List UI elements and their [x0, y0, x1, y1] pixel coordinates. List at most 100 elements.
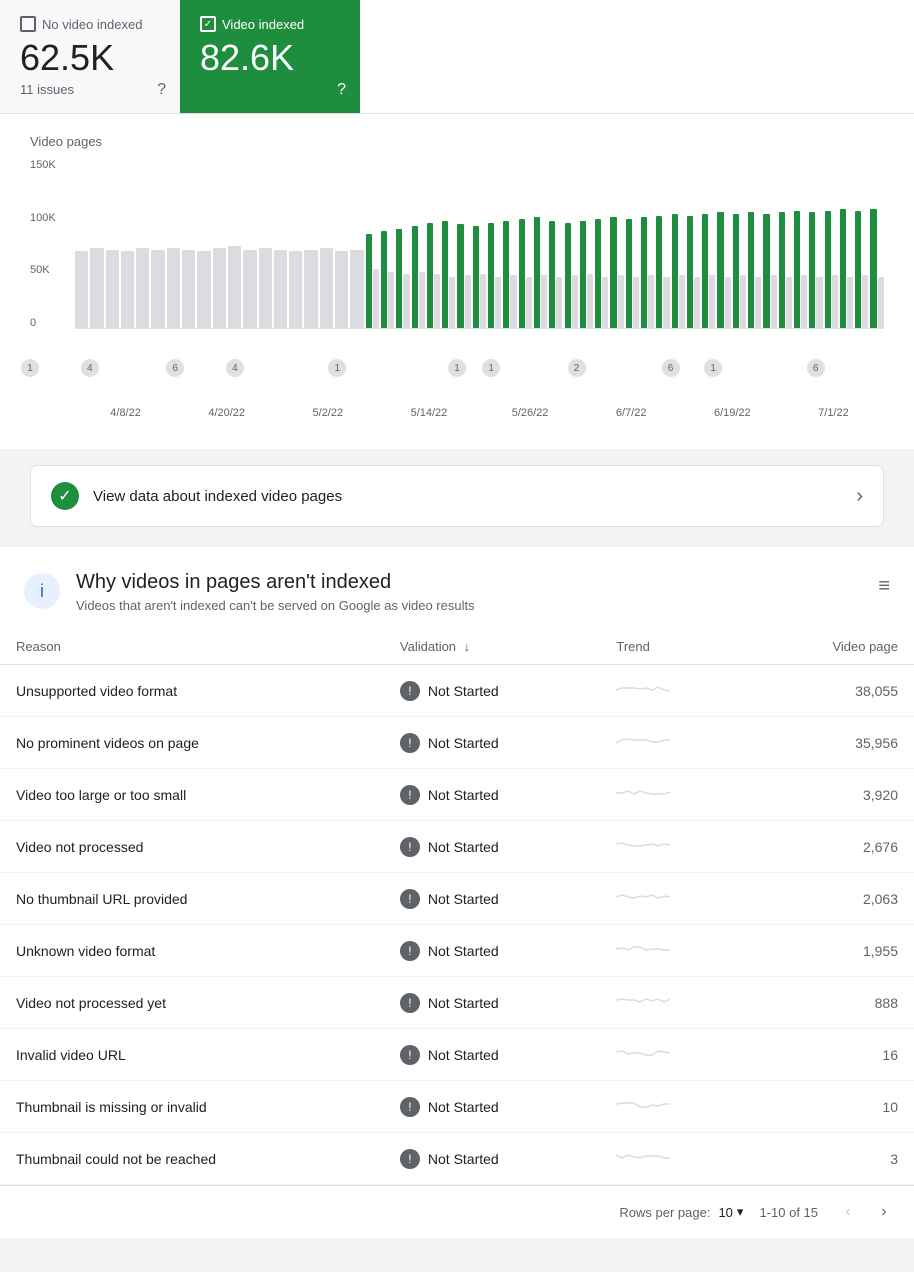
bar-group — [350, 250, 363, 328]
gray-bar — [213, 248, 226, 328]
bar-group — [304, 250, 317, 328]
table-row[interactable]: Unsupported video format!Not Started38,0… — [0, 665, 914, 717]
x-label: 4/20/22 — [176, 407, 277, 419]
gray-bar — [373, 269, 379, 328]
gray-bar — [816, 277, 822, 328]
green-bar — [442, 221, 448, 328]
table-row[interactable]: Invalid video URL!Not Started16 — [0, 1029, 914, 1081]
reason-cell: Thumbnail is missing or invalid — [0, 1081, 384, 1133]
rows-per-page-select[interactable]: 10 ▾ — [718, 1204, 743, 1220]
bar-group — [412, 226, 425, 328]
bar-group — [473, 226, 486, 328]
not-started-icon: ! — [400, 993, 420, 1013]
page-info: 1-10 of 15 — [759, 1205, 818, 1220]
gray-bar — [495, 277, 501, 328]
not-started-icon: ! — [400, 941, 420, 961]
bar-group — [840, 209, 853, 328]
bar-group — [289, 251, 302, 328]
no-video-help-icon[interactable]: ? — [157, 81, 166, 99]
trend-cell — [600, 769, 752, 821]
trend-cell — [600, 717, 752, 769]
video-indexed-help-icon[interactable]: ? — [337, 81, 346, 99]
reason-cell: Unknown video format — [0, 925, 384, 977]
bar-group — [641, 217, 654, 328]
bar-group — [381, 231, 394, 328]
green-bar — [580, 221, 586, 328]
table-body: Unsupported video format!Not Started38,0… — [0, 665, 914, 1185]
table-row[interactable]: Thumbnail could not be reached!Not Start… — [0, 1133, 914, 1185]
bar-group — [90, 248, 103, 328]
reason-cell: Invalid video URL — [0, 1029, 384, 1081]
gray-bar — [151, 250, 164, 328]
gray-bar — [121, 251, 134, 328]
bar-group — [488, 223, 501, 328]
bar-group — [151, 250, 164, 328]
green-bar — [840, 209, 846, 328]
gray-bar — [182, 250, 195, 328]
no-video-label: No video indexed — [20, 16, 160, 32]
trend-cell — [600, 1133, 752, 1185]
sort-down-icon[interactable]: ↓ — [464, 639, 471, 654]
filter-icon[interactable]: ≡ — [878, 575, 890, 598]
table-row[interactable]: Video too large or too small!Not Started… — [0, 769, 914, 821]
chart-badge: 1 — [328, 359, 346, 377]
chart-badge: 1 — [704, 359, 722, 377]
x-label: 6/7/22 — [581, 407, 682, 419]
bar-group — [442, 221, 455, 328]
x-labels: 4/8/224/20/225/2/225/14/225/26/226/7/226… — [75, 407, 884, 419]
green-bar — [687, 216, 693, 328]
y-label-50k: 50K — [30, 264, 70, 276]
gray-bar — [434, 274, 440, 328]
video-indexed-label: Video indexed — [200, 16, 340, 32]
gray-bar — [90, 248, 103, 328]
table-row[interactable]: No thumbnail URL provided!Not Started2,0… — [0, 873, 914, 925]
gray-bar — [350, 250, 363, 328]
trend-cell — [600, 1029, 752, 1081]
rows-dropdown-icon[interactable]: ▾ — [737, 1204, 744, 1220]
gray-bar — [832, 275, 838, 328]
table-row[interactable]: Video not processed!Not Started2,676 — [0, 821, 914, 873]
gray-bar — [304, 250, 317, 328]
gray-bar — [556, 277, 562, 328]
col-reason: Reason — [0, 629, 384, 665]
table-row[interactable]: Video not processed yet!Not Started888 — [0, 977, 914, 1029]
bar-group — [243, 250, 256, 328]
bar-group — [595, 219, 608, 328]
video-indexed-label-text: Video indexed — [222, 17, 304, 32]
table-row[interactable]: Thumbnail is missing or invalid!Not Star… — [0, 1081, 914, 1133]
chart-area: 150K 100K 50K 0 — [30, 159, 884, 359]
green-bar — [519, 219, 525, 328]
table-row[interactable]: Unknown video format!Not Started1,955 — [0, 925, 914, 977]
prev-page-button[interactable]: ‹ — [834, 1198, 862, 1226]
table-row[interactable]: No prominent videos on page!Not Started3… — [0, 717, 914, 769]
validation-text: Not Started — [428, 943, 499, 959]
next-page-button[interactable]: › — [870, 1198, 898, 1226]
gray-bar — [541, 275, 547, 328]
gray-bar — [526, 277, 532, 328]
validation-cell: !Not Started — [384, 1029, 600, 1081]
view-data-link[interactable]: ✓ View data about indexed video pages › — [30, 465, 884, 527]
bar-group — [274, 250, 287, 328]
gray-bar — [136, 248, 149, 328]
why-subtitle: Videos that aren't indexed can't be serv… — [76, 598, 475, 613]
gray-bar — [771, 275, 777, 328]
rows-per-page: Rows per page: 10 ▾ — [619, 1204, 743, 1220]
trend-sparkline — [616, 887, 676, 907]
chart-badge: 1 — [482, 359, 500, 377]
green-bar — [626, 219, 632, 328]
video-page-count: 35,956 — [753, 717, 914, 769]
trend-sparkline — [616, 939, 676, 959]
pagination: Rows per page: 10 ▾ 1-10 of 15 ‹ › — [0, 1185, 914, 1238]
gray-bar — [878, 277, 884, 328]
bar-group — [549, 221, 562, 328]
gray-bar — [725, 277, 731, 328]
page-nav: ‹ › — [834, 1198, 898, 1226]
reason-cell: Video too large or too small — [0, 769, 384, 821]
gray-bar — [709, 275, 715, 328]
bar-group — [672, 214, 685, 328]
x-label: 6/19/22 — [682, 407, 783, 419]
bar-group — [809, 212, 822, 328]
x-label: 5/14/22 — [378, 407, 479, 419]
bar-group — [75, 251, 88, 328]
gray-bar — [679, 275, 685, 328]
